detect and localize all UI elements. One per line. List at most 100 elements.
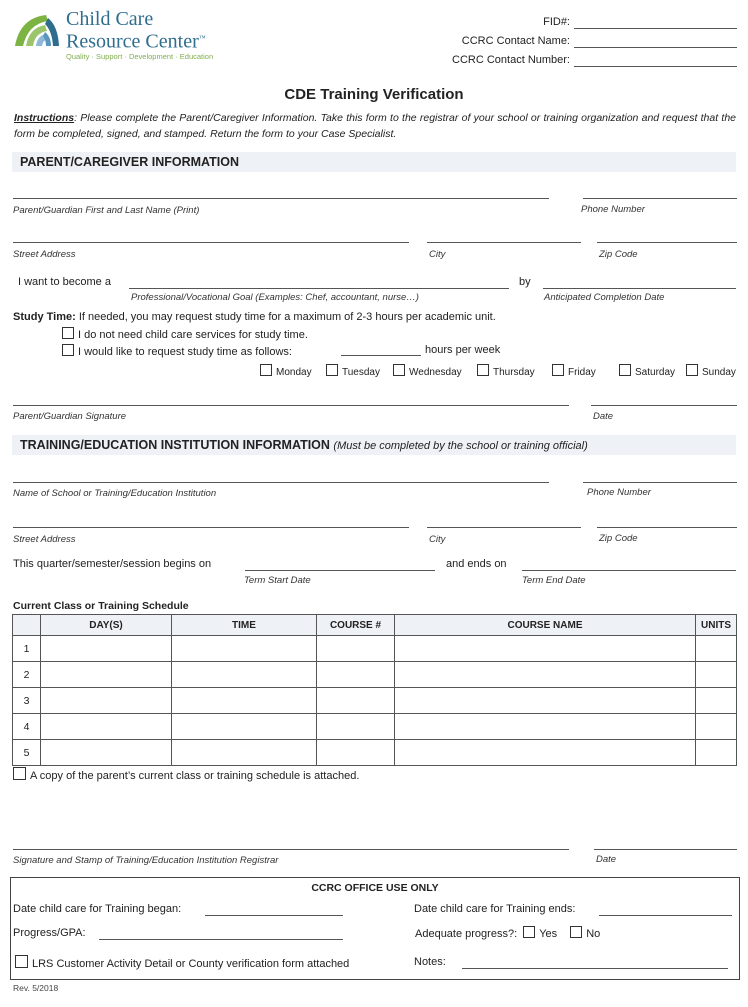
parent-city-field[interactable] [427, 242, 581, 243]
cell-course-name[interactable] [394, 687, 696, 714]
school-street-label: Street Address [13, 534, 76, 545]
term-prefix: This quarter/semester/session begins on [13, 558, 212, 570]
term-end-field[interactable] [522, 570, 736, 571]
lrs-attached[interactable]: LRS Customer Activity Detail or County v… [15, 955, 349, 970]
day-saturday[interactable]: Saturday [619, 364, 675, 378]
no-checkbox[interactable] [570, 926, 583, 938]
study-time: Study Time: If needed, you may request s… [13, 311, 496, 323]
goal-field[interactable] [129, 288, 509, 289]
parent-signature-field[interactable] [13, 405, 569, 406]
cell-time[interactable] [171, 635, 317, 662]
parent-phone-field[interactable] [583, 198, 737, 199]
parent-name-field[interactable] [13, 198, 549, 199]
day-friday[interactable]: Friday [552, 364, 596, 378]
cell-days[interactable] [40, 635, 172, 662]
notes-label: Notes: [414, 956, 446, 968]
cell-days[interactable] [40, 713, 172, 740]
training-ends-field[interactable] [599, 915, 732, 916]
day-wednesday[interactable]: Wednesday [393, 364, 462, 378]
cell-course-name[interactable] [394, 635, 696, 662]
yes-checkbox[interactable] [523, 926, 536, 938]
contact-name-field[interactable] [574, 47, 737, 48]
col-header-units: UNITS [695, 614, 737, 636]
school-street-field[interactable] [13, 527, 409, 528]
day-label: Friday [568, 367, 596, 378]
cell-units[interactable] [695, 713, 737, 740]
checkbox[interactable] [62, 344, 74, 356]
registrar-date-field[interactable] [594, 849, 737, 850]
checkbox[interactable] [477, 364, 489, 376]
fid-field[interactable] [574, 28, 737, 29]
training-began-field[interactable] [205, 915, 343, 916]
checkbox[interactable] [15, 955, 28, 968]
schedule-attached[interactable]: A copy of the parent’s current class or … [13, 767, 359, 782]
day-monday[interactable]: Monday [260, 364, 312, 378]
adequate-progress-label: Adequate progress?: [415, 928, 518, 940]
schedule-header-row: DAY(S) TIME COURSE # COURSE NAME UNITS [12, 614, 737, 636]
day-label: Sunday [702, 367, 736, 378]
cell-units[interactable] [695, 635, 737, 662]
registrar-signature-label: Signature and Stamp of Training/Educatio… [13, 855, 279, 866]
checkbox[interactable] [393, 364, 405, 376]
row-number: 2 [12, 661, 41, 688]
parent-phone-label: Phone Number [581, 204, 645, 215]
school-name-field[interactable] [13, 482, 549, 483]
cell-units[interactable] [695, 739, 737, 766]
registrar-signature-field[interactable] [13, 849, 569, 850]
school-phone-field[interactable] [583, 482, 737, 483]
cell-course-name[interactable] [394, 713, 696, 740]
school-zip-label: Zip Code [599, 533, 638, 544]
checkbox[interactable] [260, 364, 272, 376]
col-header-course-name: COURSE NAME [394, 614, 696, 636]
cell-time[interactable] [171, 739, 317, 766]
notes-field[interactable] [462, 968, 728, 969]
cell-course-number[interactable] [316, 713, 395, 740]
parent-date-field[interactable] [591, 405, 737, 406]
cell-units[interactable] [695, 661, 737, 688]
cell-course-number[interactable] [316, 661, 395, 688]
cell-course-name[interactable] [394, 661, 696, 688]
cell-course-name[interactable] [394, 739, 696, 766]
parent-street-field[interactable] [13, 242, 409, 243]
yes-label: Yes [539, 928, 558, 940]
day-label: Thursday [493, 367, 535, 378]
school-zip-field[interactable] [597, 527, 737, 528]
completion-date-field[interactable] [543, 288, 736, 289]
row-number: 3 [12, 687, 41, 714]
term-start-field[interactable] [245, 570, 435, 571]
parent-city-label: City [429, 249, 446, 260]
checkbox[interactable] [686, 364, 698, 376]
cell-time[interactable] [171, 687, 317, 714]
cell-time[interactable] [171, 661, 317, 688]
option-no-need[interactable]: I do not need child care services for st… [62, 327, 308, 341]
hours-per-week-field[interactable] [341, 355, 421, 356]
cell-days[interactable] [40, 687, 172, 714]
day-tuesday[interactable]: Tuesday [326, 364, 380, 378]
registrar-date-label: Date [596, 854, 617, 865]
option-request[interactable]: I would like to request study time as fo… [62, 344, 292, 358]
school-city-field[interactable] [427, 527, 581, 528]
gpa-field[interactable] [99, 939, 343, 940]
institution-section-heading: TRAINING/EDUCATION INSTITUTION INFORMATI… [20, 438, 588, 452]
checkbox[interactable] [552, 364, 564, 376]
checkbox[interactable] [326, 364, 338, 376]
cell-days[interactable] [40, 739, 172, 766]
checkbox[interactable] [13, 767, 26, 780]
checkbox[interactable] [619, 364, 631, 376]
parent-zip-field[interactable] [597, 242, 737, 243]
logo-title: Child Care Resource Center™ [66, 9, 206, 52]
instructions: Instructions: Please complete the Parent… [14, 110, 736, 142]
contact-number-field[interactable] [574, 66, 737, 67]
school-name-label: Name of School or Training/Education Ins… [13, 488, 217, 499]
row-number: 5 [12, 739, 41, 766]
cell-course-number[interactable] [316, 739, 395, 766]
cell-time[interactable] [171, 713, 317, 740]
cell-course-number[interactable] [316, 635, 395, 662]
cell-days[interactable] [40, 661, 172, 688]
cell-units[interactable] [695, 687, 737, 714]
day-sunday[interactable]: Sunday [686, 364, 736, 378]
cell-course-number[interactable] [316, 687, 395, 714]
table-row: 3 [12, 687, 737, 714]
day-thursday[interactable]: Thursday [477, 364, 535, 378]
checkbox[interactable] [62, 327, 74, 339]
